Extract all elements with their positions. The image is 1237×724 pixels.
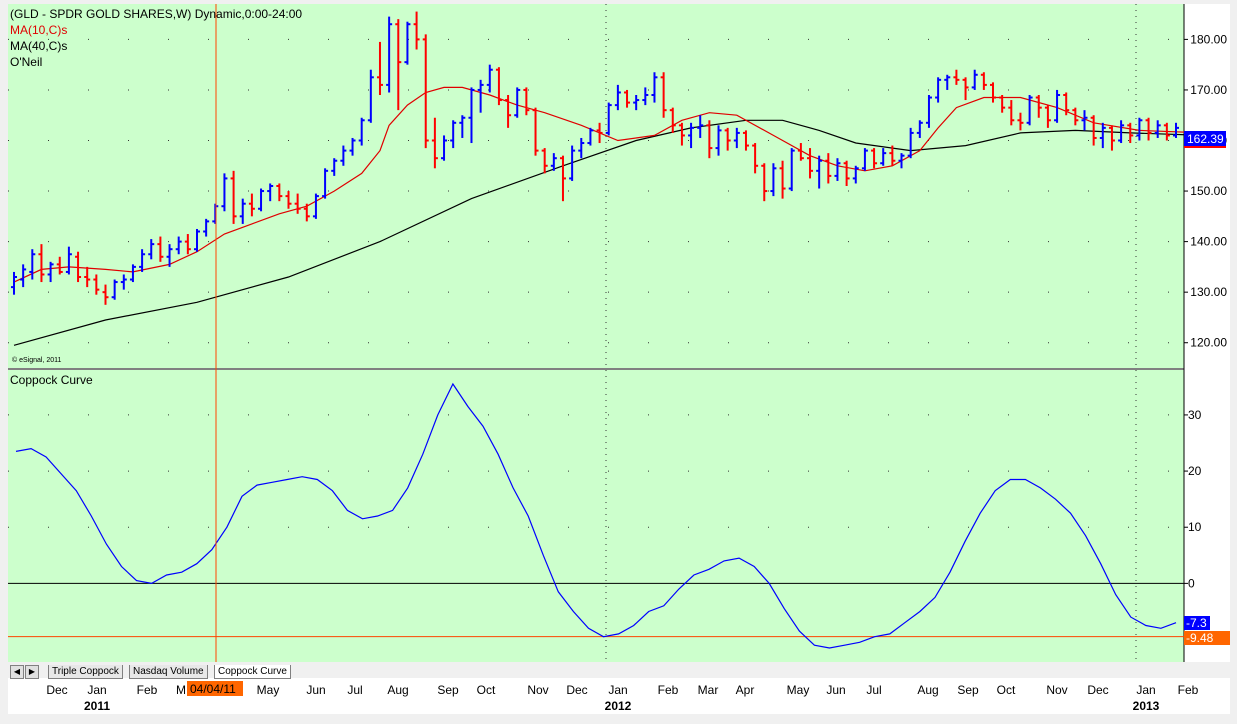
month-label: Nov xyxy=(527,683,548,697)
indicator-tick-label: 0 xyxy=(1188,576,1195,590)
month-label: Dec xyxy=(46,683,67,697)
month-label: Feb xyxy=(1178,683,1199,697)
price-panel-title: (GLD - SPDR GOLD SHARES,W) Dynamic,0:00-… xyxy=(10,7,302,21)
month-label: Jan xyxy=(608,683,627,697)
indicator-tick-label: 20 xyxy=(1188,464,1202,478)
chart-window: 120.00130.00140.00150.00160.00170.00180.… xyxy=(0,0,1237,719)
tab-coppock-curve[interactable]: Coppock Curve xyxy=(214,665,291,679)
month-label: Oct xyxy=(477,683,496,697)
month-label: Jun xyxy=(826,683,845,697)
month-label: Feb xyxy=(658,683,679,697)
month-label: Dec xyxy=(566,683,587,697)
price-tick-label: 120.00 xyxy=(1190,336,1227,350)
month-label: Apr xyxy=(736,683,755,697)
month-label: Dec xyxy=(1087,683,1108,697)
price-tick-label: 180.00 xyxy=(1190,32,1227,46)
indicator-panel-background xyxy=(8,370,1184,662)
month-label: Jun xyxy=(306,683,325,697)
year-label: 2013 xyxy=(1133,699,1160,713)
month-label: Jan xyxy=(87,683,106,697)
month-label: May xyxy=(787,683,810,697)
month-label: Jul xyxy=(347,683,362,697)
price-tick-label: 130.00 xyxy=(1190,285,1227,299)
tab-scroll-right-button[interactable]: ▶ xyxy=(25,665,39,679)
month-label: Aug xyxy=(387,683,408,697)
month-label: Oct xyxy=(997,683,1016,697)
price-tick-label: 170.00 xyxy=(1190,83,1227,97)
last-price-label: 162.39 xyxy=(1187,132,1224,146)
month-label: Sep xyxy=(957,683,979,697)
esignal-watermark: © eSignal, 2011 xyxy=(12,356,62,364)
month-label: May xyxy=(257,683,280,697)
indicator-panel-title: Coppock Curve xyxy=(10,373,93,387)
price-tick-label: 150.00 xyxy=(1190,184,1227,198)
legend-ma10: MA(10,C)s xyxy=(10,23,67,37)
indicator-tick-label: 30 xyxy=(1188,408,1202,422)
chart-canvas[interactable]: 120.00130.00140.00150.00160.00170.00180.… xyxy=(0,0,1237,719)
legend-ma40: MA(40,C)s xyxy=(10,39,67,53)
month-label: M xyxy=(176,683,186,697)
month-label: Feb xyxy=(137,683,158,697)
tab-triple-coppock[interactable]: Triple Coppock xyxy=(48,665,123,679)
year-label: 2012 xyxy=(605,699,632,713)
tab-nasdaq-volume[interactable]: Nasdaq Volume xyxy=(129,665,208,679)
price-panel-background xyxy=(8,4,1184,368)
cursor-date-label: 04/04/11 xyxy=(190,682,236,696)
coppock-last-value-label: -7.3 xyxy=(1186,616,1207,630)
month-label: Aug xyxy=(917,683,938,697)
coppock-marker-label: -9.48 xyxy=(1186,631,1214,645)
price-axis-background xyxy=(1184,4,1230,662)
indicator-tick-label: 10 xyxy=(1188,520,1202,534)
month-label: Jan xyxy=(1136,683,1155,697)
month-label: Jul xyxy=(866,683,881,697)
month-label: Sep xyxy=(437,683,459,697)
year-label: 2011 xyxy=(84,699,110,713)
price-tick-label: 140.00 xyxy=(1190,235,1227,249)
month-label: Nov xyxy=(1046,683,1067,697)
legend-oneil: O'Neil xyxy=(10,55,42,69)
tab-scroll-left-button[interactable]: ◀ xyxy=(10,665,24,679)
month-label: Mar xyxy=(698,683,719,697)
